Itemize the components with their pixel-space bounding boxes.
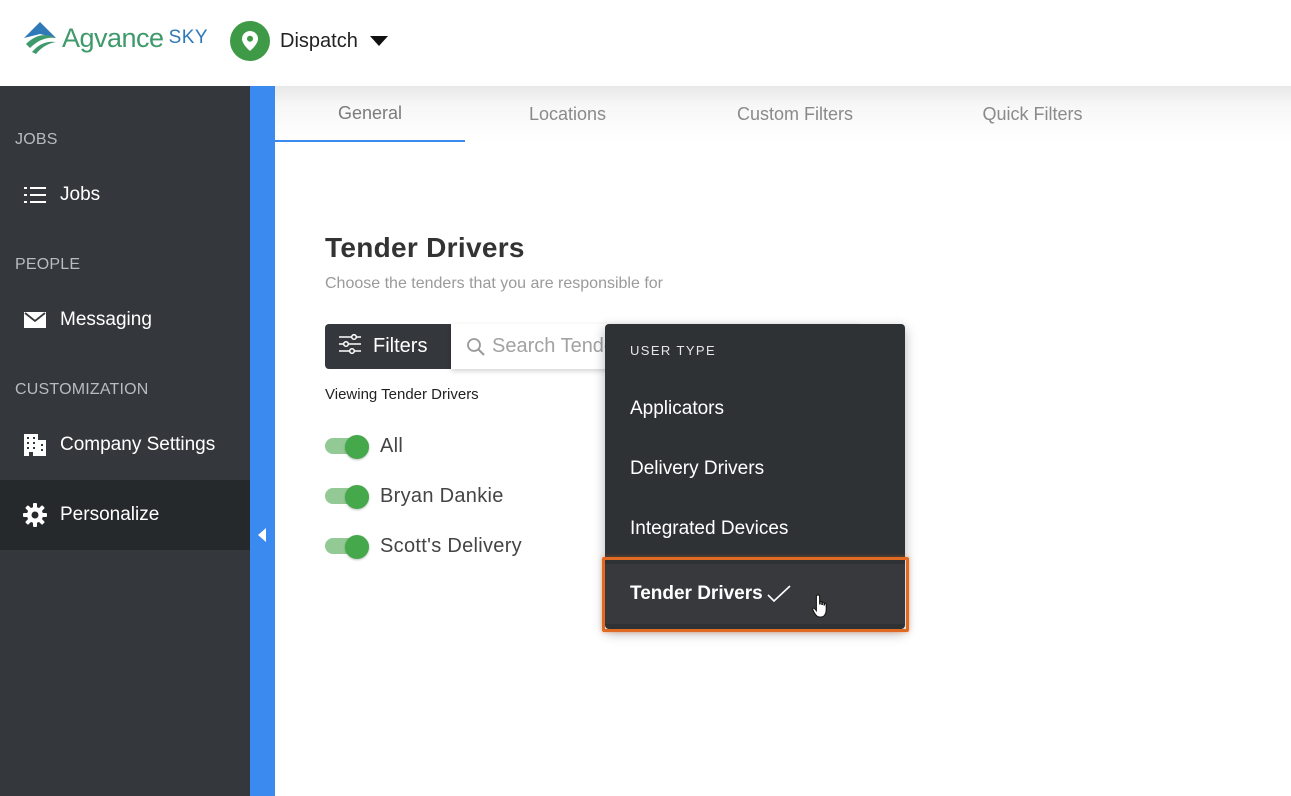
toggle-switch[interactable] — [325, 485, 371, 509]
settings-tabs: General Locations Custom Filters Quick F… — [275, 86, 1291, 142]
toggle-row-all[interactable]: All — [325, 433, 403, 459]
envelope-icon — [22, 307, 48, 333]
dropdown-option-delivery-drivers[interactable]: Delivery Drivers — [605, 439, 905, 499]
dropdown-option-integrated-devices[interactable]: Integrated Devices — [605, 499, 905, 559]
sidebar-section-customization: CUSTOMIZATION — [15, 381, 149, 398]
tab-locations[interactable]: Locations — [475, 86, 660, 142]
page-subtitle: Choose the tenders that you are responsi… — [325, 275, 663, 292]
sidebar-section-people: PEOPLE — [15, 256, 81, 273]
toggle-switch[interactable] — [325, 535, 371, 559]
app-name: Dispatch — [280, 29, 358, 52]
tab-quick-filters[interactable]: Quick Filters — [940, 86, 1125, 142]
option-label: Integrated Devices — [630, 518, 789, 539]
gear-icon — [22, 502, 48, 528]
logo-sky-text: SKY — [168, 27, 209, 48]
sidebar-item-label: Messaging — [60, 309, 152, 330]
viewing-label: Viewing Tender Drivers — [325, 386, 479, 403]
agvance-logo-icon — [22, 20, 58, 56]
app-header: Agvance SKY Dispatch — [0, 0, 1291, 86]
page-title: Tender Drivers — [325, 232, 525, 263]
building-icon — [22, 432, 48, 458]
hand-pointer-icon — [812, 594, 827, 618]
toggle-row-scotts-delivery[interactable]: Scott's Delivery — [325, 533, 522, 559]
caret-down-icon — [369, 36, 388, 46]
tab-custom-filters[interactable]: Custom Filters — [695, 86, 895, 142]
filters-button[interactable]: Filters — [325, 324, 451, 369]
option-label: Delivery Drivers — [630, 458, 765, 479]
app-switcher[interactable]: Dispatch — [230, 21, 388, 61]
tab-general[interactable]: General — [275, 86, 465, 142]
option-label: Applicators — [630, 398, 724, 419]
sidebar: JOBS Jobs PEOPLE Messaging CUSTOMIZATION — [0, 86, 250, 796]
sidebar-item-label: Jobs — [60, 184, 101, 205]
toggle-label: Scott's Delivery — [380, 534, 522, 557]
toggle-row-bryan-dankie[interactable]: Bryan Dankie — [325, 483, 504, 509]
sidebar-item-label: Company Settings — [60, 434, 216, 455]
sidebar-item-label: Personalize — [60, 504, 160, 525]
app-logo[interactable]: Agvance SKY — [22, 18, 208, 58]
filters-button-label: Filters — [373, 335, 428, 357]
toggle-label: All — [380, 434, 404, 457]
sidebar-section-jobs: JOBS — [15, 131, 58, 148]
dropdown-header: USER TYPE — [630, 343, 717, 358]
logo-text: Agvance — [62, 22, 164, 53]
sidebar-collapse-bar[interactable] — [250, 86, 275, 796]
chevron-left-icon — [258, 528, 266, 542]
sidebar-item-personalize[interactable]: Personalize — [0, 480, 250, 550]
toggle-switch[interactable] — [325, 435, 371, 459]
sidebar-item-company-settings[interactable]: Company Settings — [0, 410, 250, 480]
toggle-label: Bryan Dankie — [380, 484, 504, 507]
dropdown-option-applicators[interactable]: Applicators — [605, 379, 905, 439]
search-icon — [467, 337, 485, 356]
list-icon — [22, 182, 48, 208]
sidebar-item-messaging[interactable]: Messaging — [0, 285, 250, 355]
location-pin-icon — [230, 21, 270, 61]
selection-highlight — [602, 557, 909, 632]
sidebar-item-jobs[interactable]: Jobs — [0, 160, 250, 230]
sliders-icon — [339, 333, 361, 359]
